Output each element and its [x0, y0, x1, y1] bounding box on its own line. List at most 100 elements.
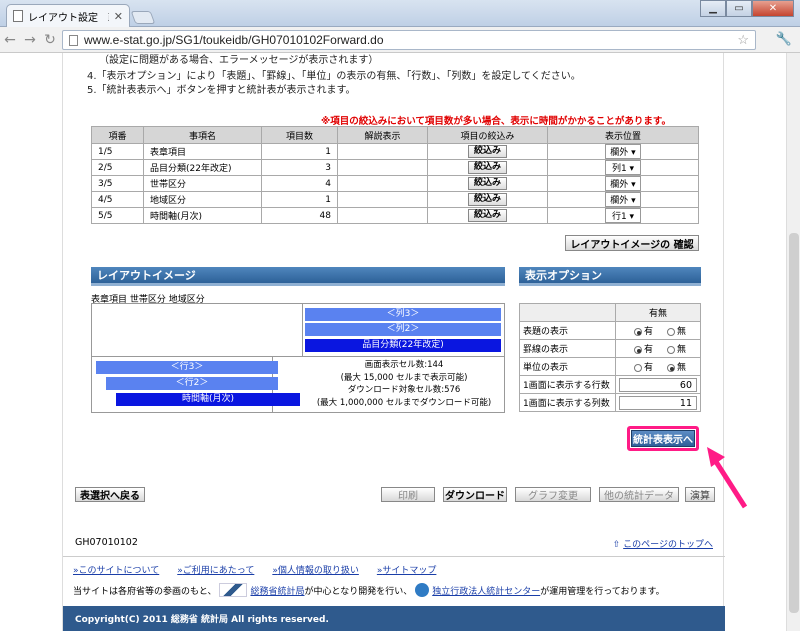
position-select[interactable]: 欄外 ▾ [605, 192, 641, 207]
col-header: 項目数 [261, 126, 338, 144]
title-bar: レイアウト設定 政府統計 ✕ ▁ ▭ ✕ [0, 0, 800, 27]
layout-row3: ＜行3＞ [96, 361, 278, 374]
other-data-button[interactable]: 他の統計データ [599, 487, 679, 502]
forward-icon[interactable]: → [20, 32, 40, 48]
page-icon [13, 10, 23, 22]
address-bar[interactable]: www.e-stat.go.jp/SG1/toukeidb/GH07010102… [62, 30, 756, 50]
options-header: 有無 [615, 303, 701, 322]
bookmark-star-icon[interactable]: ☆ [737, 32, 749, 48]
show-table-button[interactable]: 統計表表示へ [631, 430, 695, 447]
credit-line: 当サイトは各府省等の参画のもと、 総務省統計局 が中心となり開発を行い、 独立行… [73, 583, 665, 597]
filter-button[interactable]: 絞込み [467, 193, 507, 206]
table-row: 2/5 品目分類(22年改定) 3 絞込み 列1 ▾ [91, 159, 699, 176]
option-label: 表題の表示 [519, 321, 616, 340]
col-header: 解説表示 [337, 126, 428, 144]
table-row: 3/5 世帯区分 4 絞込み 欄外 ▾ [91, 175, 699, 192]
option-label: 罫線の表示 [519, 339, 616, 358]
copyright-bar: Copyright(C) 2011 総務省 統計局 All rights res… [63, 606, 725, 631]
filter-button[interactable]: 絞込み [467, 161, 507, 174]
back-to-table-select-button[interactable]: 表選択へ戻る [75, 487, 145, 502]
radio-on[interactable]: 有 [634, 363, 653, 373]
page-info-icon [69, 34, 78, 46]
layout-row2: ＜行2＞ [106, 377, 278, 390]
minimize-icon[interactable]: ▁ [700, 0, 726, 17]
page-code: GH07010102 [75, 537, 138, 548]
filter-button[interactable]: 絞込み [467, 209, 507, 222]
option-label: 単位の表示 [519, 357, 616, 376]
filter-button[interactable]: 絞込み [467, 145, 507, 158]
radio-on[interactable]: 有 [634, 327, 653, 337]
radio-off[interactable]: 無 [667, 345, 686, 355]
stats-center-logo [415, 583, 430, 597]
item-count: 4 [261, 175, 338, 192]
item-name: 地域区分 [143, 191, 262, 208]
table-row: 1/5 表章項目 1 絞込み 欄外 ▾ [91, 143, 699, 160]
table-row: 5/5 時間軸(月次) 48 絞込み 行1 ▾ [91, 207, 699, 224]
position-select[interactable]: 列1 ▾ [605, 160, 641, 175]
warning-text: ※項目の絞込みにおいて項目数が多い場合、表示に時間がかかることがあります。 [320, 116, 671, 127]
footer-link-terms[interactable]: »ご利用にあたって [177, 563, 254, 576]
filter-button[interactable]: 絞込み [467, 177, 507, 190]
instruction-line: 5.「統計表表示へ」ボタンを押すと統計表が表示されます。 [87, 85, 356, 96]
item-description [337, 207, 428, 224]
item-no: 2/5 [91, 159, 144, 176]
footer-link-about[interactable]: »このサイトについて [73, 563, 159, 576]
layout-image-box: ＜列3＞ ＜列2＞ 品目分類(22年改定) ＜行3＞ ＜行2＞ 時間軸(月次) … [91, 303, 505, 413]
item-count: 3 [261, 159, 338, 176]
col-header: 項目の絞込み [427, 126, 548, 144]
print-button[interactable]: 印刷 [381, 487, 435, 502]
item-description [337, 175, 428, 192]
position-select[interactable]: 欄外 ▾ [605, 176, 641, 191]
position-select[interactable]: 行1 ▾ [605, 208, 641, 223]
footer-link-sitemap[interactable]: »サイトマップ [377, 563, 437, 576]
stats-bureau-logo [219, 583, 248, 597]
graph-change-button[interactable]: グラフ変更 [515, 487, 591, 502]
radio-off[interactable]: 無 [667, 327, 686, 337]
instruction-line: 4.「表示オプション」により「表題」、「罫線」、「単位」の表示の有無、「行数」、… [87, 71, 581, 82]
cols-label: 1画面に表示する列数 [519, 393, 616, 412]
to-top-link[interactable]: ⇧ このページのトップへ [613, 537, 713, 550]
layout-info-max: (最大 15,000 セルまで表示可能) [340, 372, 468, 383]
vertical-scrollbar[interactable] [786, 53, 800, 631]
item-name: 時間軸(月次) [143, 207, 262, 224]
item-count: 1 [261, 143, 338, 160]
item-no: 3/5 [91, 175, 144, 192]
layout-image-heading: レイアウトイメージ [91, 267, 505, 286]
item-count: 48 [261, 207, 338, 224]
item-no: 4/5 [91, 191, 144, 208]
wrench-menu-icon[interactable]: 🔧 [776, 32, 792, 47]
scrollbar-thumb[interactable] [789, 233, 799, 613]
browser-tab[interactable]: レイアウト設定 政府統計 ✕ [6, 4, 130, 27]
radio-on[interactable]: 有 [634, 345, 653, 355]
options-table: 有無 表題の表示有無罫線の表示有無単位の表示有無 1画面に表示する行数 60 1… [519, 303, 701, 412]
close-tab-icon[interactable]: ✕ [114, 10, 123, 23]
back-icon[interactable]: ← [0, 32, 20, 48]
item-name: 世帯区分 [143, 175, 262, 192]
layout-info-cells: 画面表示セル数:144 [364, 360, 444, 370]
calc-button[interactable]: 演算 [685, 487, 715, 502]
layout-col3: ＜列3＞ [305, 308, 501, 321]
item-description [337, 143, 428, 160]
maximize-icon[interactable]: ▭ [726, 0, 752, 17]
radio-off[interactable]: 無 [667, 363, 686, 373]
item-no: 5/5 [91, 207, 144, 224]
footer-link-privacy[interactable]: »個人情報の取り扱い [272, 563, 359, 576]
tab-title: レイアウト設定 政府統計 [28, 12, 109, 24]
items-header-row: 項番 事項名 項目数 解説表示 項目の絞込み 表示位置 [91, 126, 699, 144]
close-window-icon[interactable]: ✕ [752, 0, 794, 17]
stats-bureau-link[interactable]: 総務省統計局 [250, 584, 304, 597]
options-heading: 表示オプション [519, 267, 701, 286]
layout-check-button[interactable]: レイアウトイメージの 確認 [565, 235, 699, 251]
layout-row1: 時間軸(月次) [116, 393, 300, 406]
item-count: 1 [261, 191, 338, 208]
cols-per-page-input[interactable]: 11 [619, 395, 697, 410]
rows-per-page-input[interactable]: 60 [619, 377, 697, 392]
download-button[interactable]: ダウンロード [443, 487, 507, 502]
col-header: 表示位置 [547, 126, 699, 144]
reload-icon[interactable]: ↻ [40, 32, 60, 48]
stats-center-link[interactable]: 独立行政法人統計センター [432, 584, 540, 597]
layout-col2: ＜列2＞ [305, 323, 501, 336]
new-tab-button[interactable] [130, 11, 156, 24]
position-select[interactable]: 欄外 ▾ [605, 144, 641, 159]
window-controls: ▁ ▭ ✕ [700, 0, 794, 17]
